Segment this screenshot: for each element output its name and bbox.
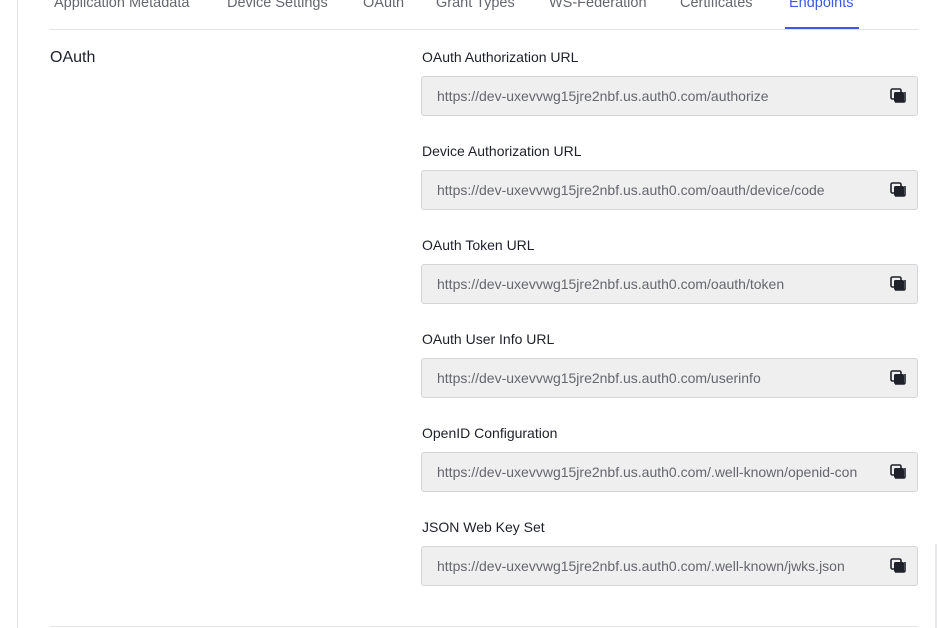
copy-icon[interactable] [888, 462, 908, 482]
field-label-token-url: OAuth Token URL [422, 237, 535, 253]
field-openid-configuration [421, 452, 918, 492]
field-label-device-authorization-url: Device Authorization URL [422, 143, 582, 159]
copy-icon[interactable] [888, 556, 908, 576]
field-user-info-url [421, 358, 918, 398]
device-authorization-url-input[interactable] [437, 171, 857, 209]
field-label-openid-configuration: OpenID Configuration [422, 425, 558, 441]
copy-icon[interactable] [888, 368, 908, 388]
active-tab-indicator [785, 27, 859, 29]
field-label-json-web-key-set: JSON Web Key Set [422, 519, 545, 535]
section-title: OAuth [50, 49, 96, 66]
copy-icon[interactable] [888, 86, 908, 106]
field-authorization-url [421, 76, 918, 116]
field-json-web-key-set [421, 546, 918, 586]
copy-icon[interactable] [888, 274, 908, 294]
field-device-authorization-url [421, 170, 918, 210]
tab-certificates[interactable]: Certificates [680, 0, 753, 13]
tab-endpoints[interactable]: Endpoints [789, 0, 854, 13]
tab-bar: Application Metadata Device Settings OAu… [50, 0, 918, 30]
authorization-url-input[interactable] [437, 77, 857, 115]
token-url-input[interactable] [437, 265, 857, 303]
tab-oauth[interactable]: OAuth [363, 0, 404, 13]
section-divider [50, 626, 918, 627]
openid-configuration-input[interactable] [437, 453, 857, 491]
user-info-url-input[interactable] [437, 359, 857, 397]
tab-application-metadata[interactable]: Application Metadata [54, 0, 189, 13]
tab-grant-types[interactable]: Grant Types [436, 0, 515, 13]
json-web-key-set-input[interactable] [437, 547, 857, 585]
field-label-authorization-url: OAuth Authorization URL [422, 49, 579, 65]
settings-panel: Application Metadata Device Settings OAu… [17, 0, 937, 628]
field-token-url [421, 264, 918, 304]
tab-ws-federation[interactable]: WS-Federation [549, 0, 647, 13]
field-label-user-info-url: OAuth User Info URL [422, 331, 555, 347]
tab-device-settings[interactable]: Device Settings [227, 0, 328, 13]
copy-icon[interactable] [888, 180, 908, 200]
